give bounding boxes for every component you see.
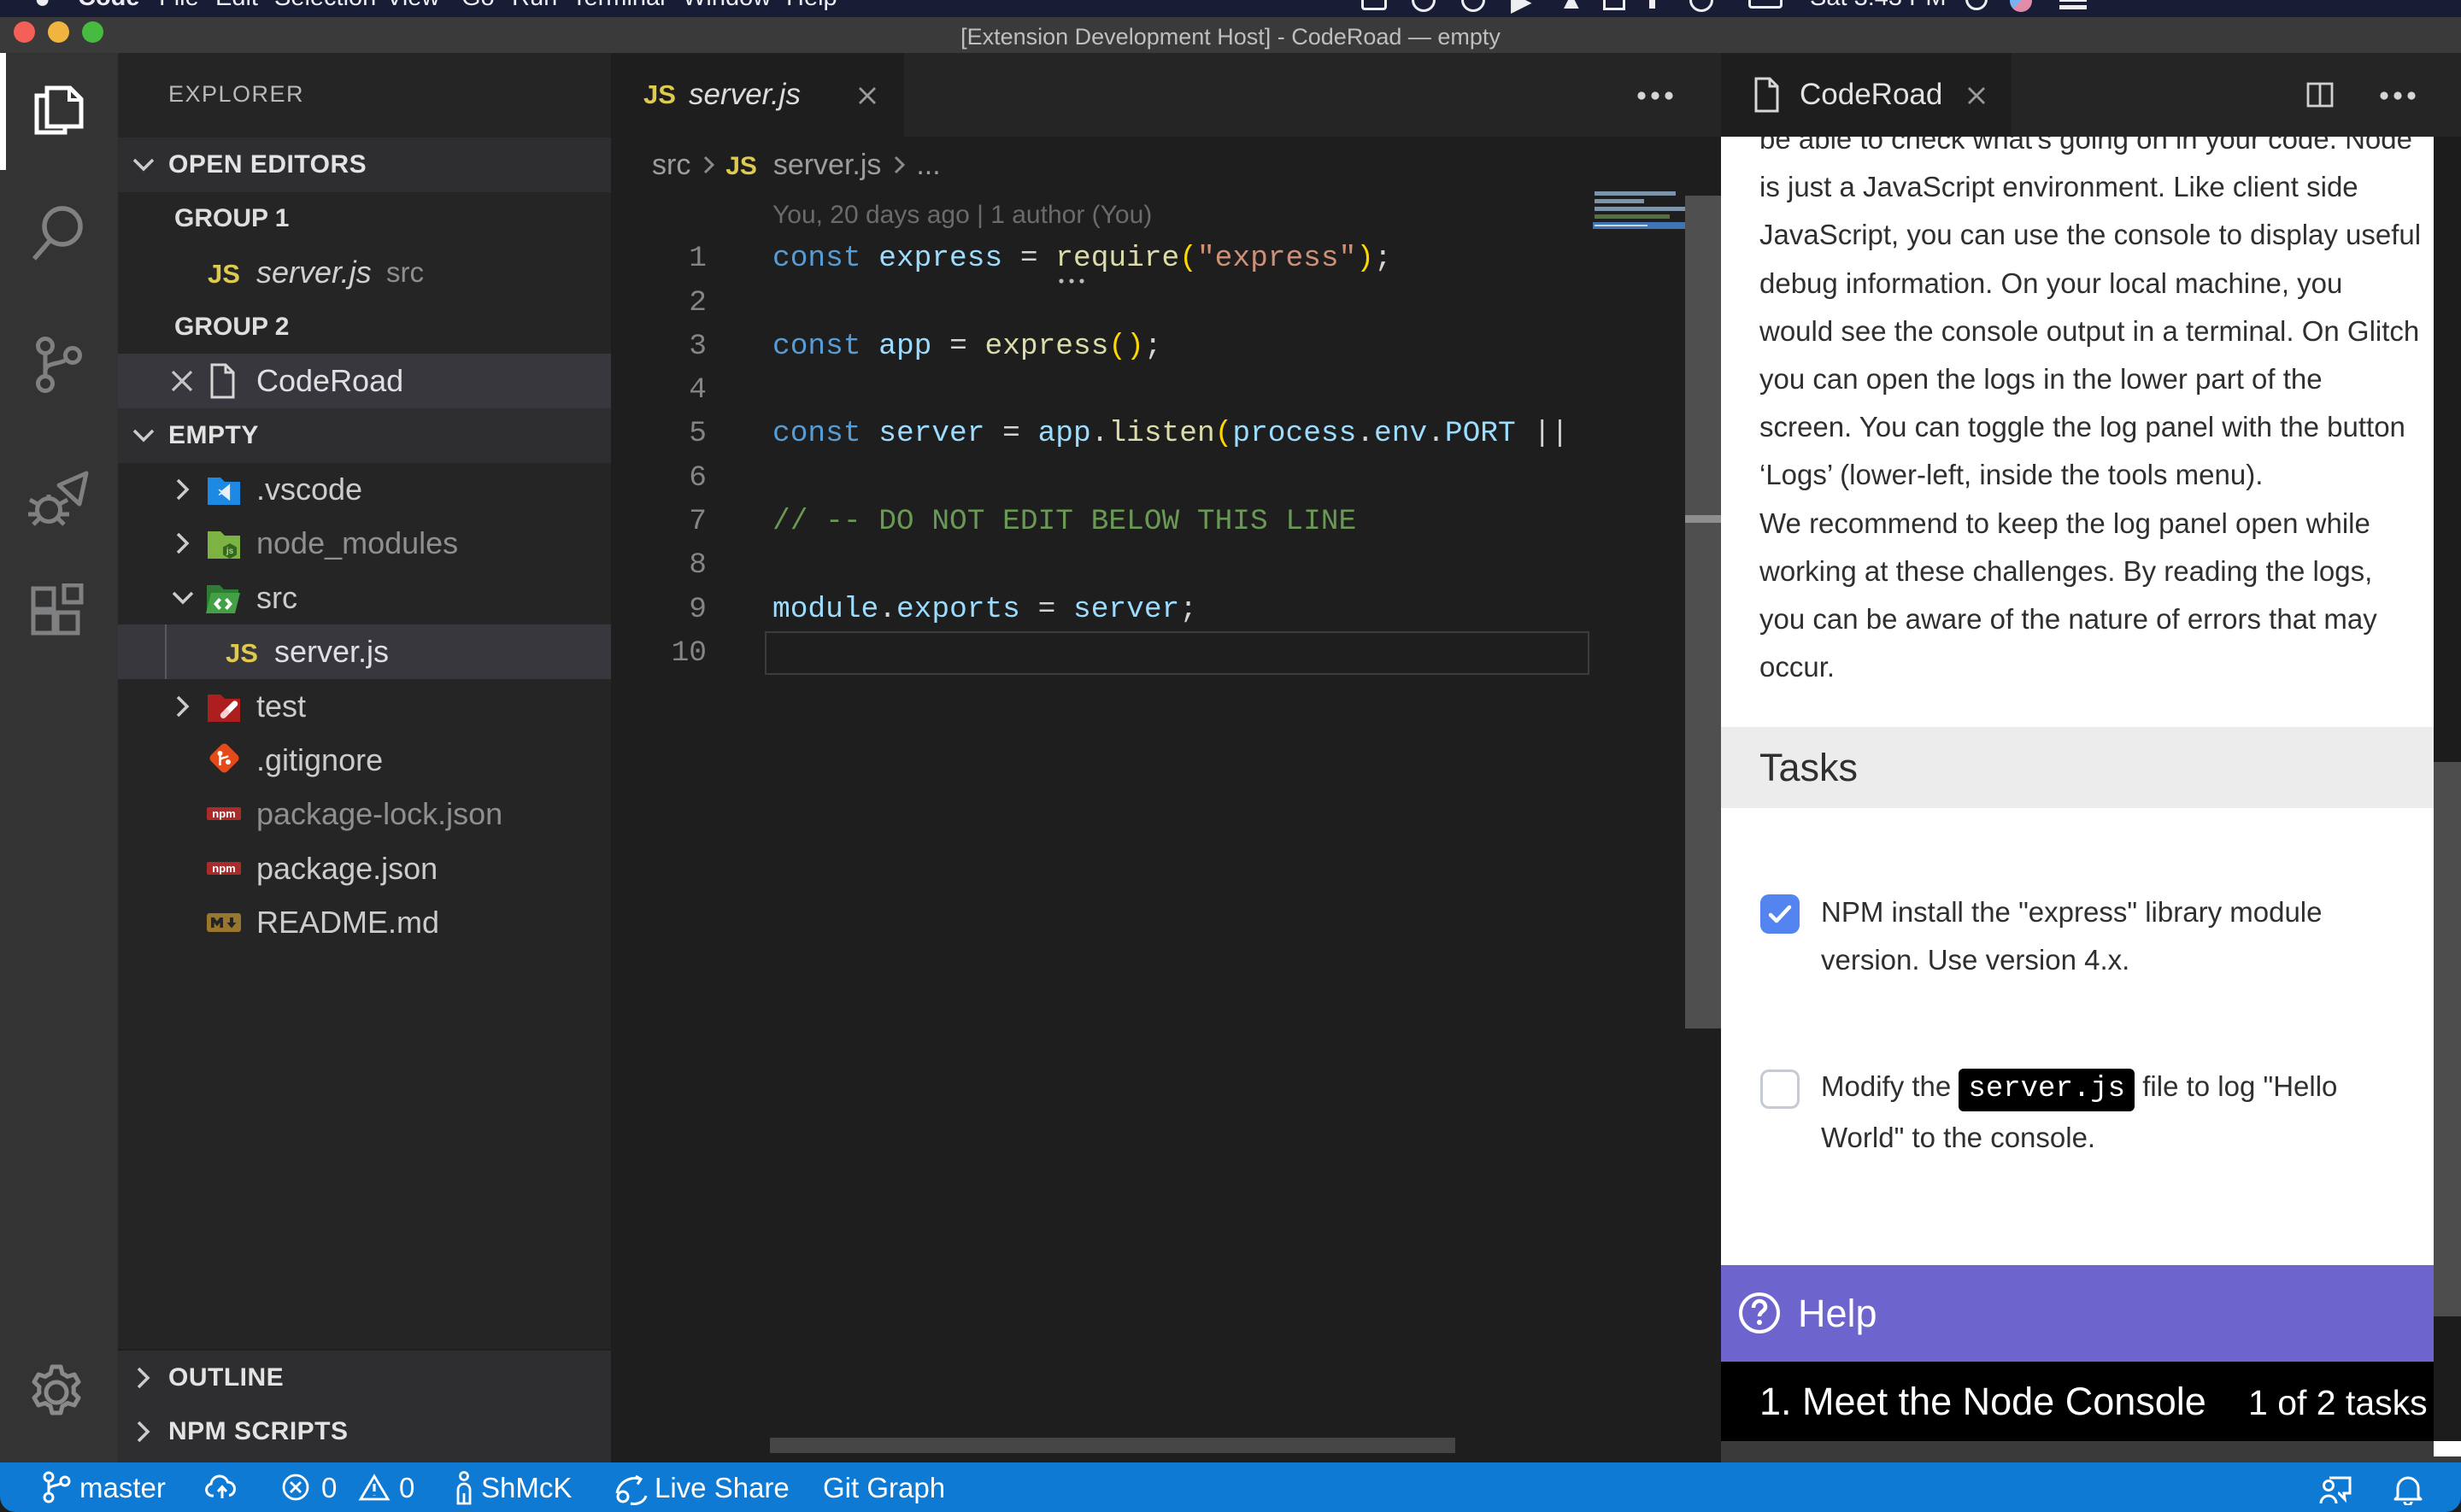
svg-text:npm: npm	[212, 807, 235, 820]
svg-text:npm: npm	[212, 862, 235, 875]
svg-text:js: js	[226, 547, 234, 556]
